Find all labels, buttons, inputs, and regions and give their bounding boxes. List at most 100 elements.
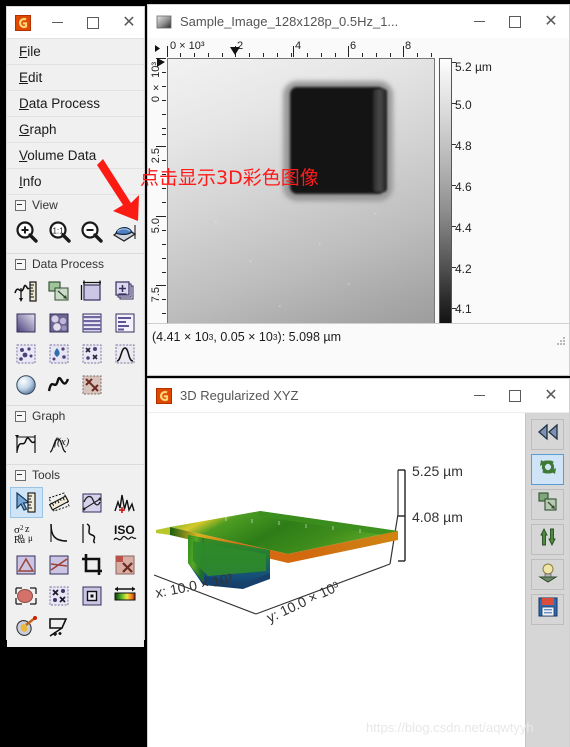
annotation-text: 点击显示3D彩色图像 <box>140 167 319 189</box>
rewind-button[interactable] <box>531 419 564 450</box>
spot-remove-button[interactable] <box>43 611 76 642</box>
correlation-button[interactable] <box>76 518 109 549</box>
graph-icon-grid: f(x) <box>7 426 144 465</box>
window-3d-titlebar[interactable]: 3D Regularized XYZ ✕ <box>148 379 569 413</box>
grain-measure-button[interactable] <box>10 580 43 611</box>
zoom-1-1-button[interactable]: 1:1 <box>43 217 76 248</box>
scan-profile-button[interactable] <box>10 276 43 307</box>
selection-manager-button[interactable] <box>76 580 109 611</box>
window-3d-close-button[interactable]: ✕ <box>533 380 569 411</box>
image-status-bar: (4.41 × 10 3, 0.05 × 10 3): 5.098 µm <box>148 323 569 349</box>
z-scale-button[interactable] <box>531 524 564 555</box>
spectro-button[interactable] <box>108 487 141 518</box>
mark-grains-icon <box>13 341 39 367</box>
level-plane-icon <box>13 310 39 336</box>
menu-item-file[interactable]: File <box>7 39 144 65</box>
toolbox-minimize-button[interactable] <box>39 7 75 38</box>
light-button[interactable] <box>531 559 564 590</box>
afm-image-canvas[interactable] <box>167 58 435 341</box>
rotate-button[interactable] <box>531 454 564 485</box>
grains-icon <box>46 310 72 336</box>
image-close-button[interactable]: ✕ <box>533 6 569 37</box>
sphere-revolve-button[interactable] <box>10 369 43 400</box>
axis-label-z-bottom: 4.08 µm <box>412 509 463 525</box>
watermark-text: https://blog.csdn.net/aqwtyyh <box>366 720 534 735</box>
menu-item-edit[interactable]: Edit <box>7 65 144 91</box>
graph-function-button[interactable]: f(x) <box>43 428 76 459</box>
vertical-ruler: 0 × 10³ 2.5 5.0 7.5 <box>148 58 167 349</box>
crop-tool-button[interactable] <box>76 549 109 580</box>
graph-function-icon: f(x) <box>46 431 72 457</box>
gl-canvas-3d[interactable]: x: 10.0 × 10³ y: 10.0 × 10³ 5.25 µm 4.08… <box>148 413 525 747</box>
window-3d-maximize-button[interactable] <box>497 380 533 411</box>
svg-text:f(x): f(x) <box>54 436 70 448</box>
scale-button[interactable] <box>531 489 564 520</box>
filter-tool-button[interactable] <box>10 611 43 642</box>
colorbar-label-group: 5.2 µm 5.0 4.8 4.6 4.4 4.2 4.1 <box>455 54 525 344</box>
stats-quantities-button[interactable]: σ 2 z Ra φ μ <box>10 518 43 549</box>
crop-tool-icon <box>79 552 105 578</box>
remove-spots-button[interactable] <box>76 338 109 369</box>
color-range-icon <box>112 583 138 609</box>
menu-label-file: ile <box>27 44 41 59</box>
scale-icon <box>537 491 559 518</box>
arithmetic-button[interactable] <box>108 276 141 307</box>
iso-roughness-button[interactable]: ISO <box>108 518 141 549</box>
line-correct-button[interactable] <box>76 307 109 338</box>
mask-remove-button[interactable] <box>76 369 109 400</box>
mark-grains-button[interactable] <box>10 338 43 369</box>
empty-slot <box>108 369 141 400</box>
section-header-tools[interactable]: Tools <box>7 465 144 485</box>
resize-image-button[interactable] <box>76 276 109 307</box>
collapse-icon[interactable] <box>15 410 26 422</box>
gwyddion-logo-icon <box>15 14 31 31</box>
collapse-icon[interactable] <box>15 199 26 211</box>
menu-item-data-process[interactable]: Data Process <box>7 91 144 117</box>
collapse-icon[interactable] <box>15 469 26 481</box>
rows-stats-button[interactable] <box>108 307 141 338</box>
mask-editor-icon <box>112 552 138 578</box>
iso-roughness-icon: ISO <box>112 521 138 547</box>
pointer-measure-button[interactable] <box>10 487 43 518</box>
light-icon <box>537 561 559 588</box>
wave-fft-button[interactable] <box>43 369 76 400</box>
statistics-curve-button[interactable] <box>108 338 141 369</box>
spectro-icon <box>112 490 138 516</box>
menu-item-graph[interactable]: Graph <box>7 117 144 143</box>
level-three-point-button[interactable] <box>10 549 43 580</box>
image-window-titlebar[interactable]: Sample_Image_128x128p_0.5Hz_1... ✕ <box>148 5 569 38</box>
toolbox-maximize-button[interactable] <box>75 7 111 38</box>
image-maximize-button[interactable] <box>497 6 533 37</box>
window-3d-minimize-button[interactable] <box>461 380 497 411</box>
crop-layers-button[interactable] <box>43 276 76 307</box>
surface-left-edge <box>156 527 170 535</box>
grain-remove-button[interactable] <box>43 580 76 611</box>
drop-mark-button[interactable] <box>43 338 76 369</box>
level-plane-button[interactable] <box>10 307 43 338</box>
row-stats-button[interactable] <box>43 518 76 549</box>
section-header-data-process[interactable]: Data Process <box>7 254 144 274</box>
mask-editor-button[interactable] <box>108 549 141 580</box>
resize-grip[interactable] <box>554 335 566 347</box>
graph-extract-button[interactable] <box>10 428 43 459</box>
toolbox-close-button[interactable]: ✕ <box>111 7 147 38</box>
distance-measure-button[interactable] <box>43 487 76 518</box>
gwyddion-logo-icon <box>156 387 172 404</box>
image-window-title: Sample_Image_128x128p_0.5Hz_1... <box>180 14 399 29</box>
toolbox-titlebar[interactable]: ✕ <box>7 7 144 38</box>
grains-button[interactable] <box>43 307 76 338</box>
filter-tool-icon <box>13 614 39 640</box>
zoom-in-icon <box>13 219 40 246</box>
mask-remove-icon <box>79 372 105 398</box>
save-button[interactable] <box>531 594 564 625</box>
false-color-bar[interactable] <box>439 58 452 341</box>
profile-extract-button[interactable] <box>76 487 109 518</box>
color-range-button[interactable] <box>108 580 141 611</box>
section-header-graph[interactable]: Graph <box>7 406 144 426</box>
z-axis-bracket <box>398 469 406 562</box>
image-minimize-button[interactable] <box>461 6 497 37</box>
collapse-icon[interactable] <box>15 258 26 270</box>
path-level-button[interactable] <box>43 549 76 580</box>
zoom-in-button[interactable] <box>10 217 43 248</box>
menu-label-volume-data: olume Data <box>27 148 97 163</box>
